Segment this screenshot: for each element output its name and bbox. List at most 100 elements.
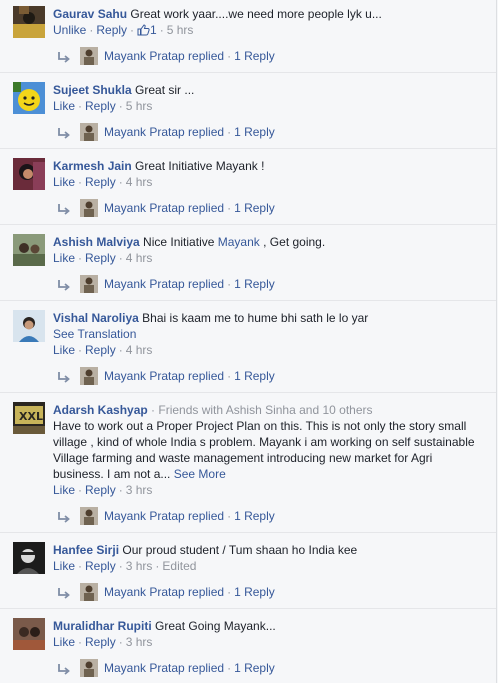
comment-author[interactable]: Muralidhar Rupiti — [53, 619, 152, 633]
comment-actions: Unlike · Reply · 1 · 5 hrs — [53, 23, 194, 37]
reply-count-link[interactable]: 1 Reply — [234, 585, 275, 599]
comment-author[interactable]: Sujeet Shukla — [53, 83, 132, 97]
avatar[interactable] — [13, 82, 45, 114]
edited-label[interactable]: Edited — [162, 559, 196, 573]
reply-author-link[interactable]: Mayank Pratap replied — [104, 277, 224, 291]
comments-panel: Gaurav Sahu Great work yaar....we need m… — [0, 0, 497, 683]
comment-actions: Like · Reply · 5 hrs — [53, 99, 153, 113]
comment-actions: Like · Reply · 3 hrs — [53, 635, 153, 649]
reply-count-link[interactable]: 1 Reply — [234, 661, 275, 675]
reply-count-link[interactable]: 1 Reply — [234, 201, 275, 215]
comment-author[interactable]: Adarsh Kashyap — [53, 403, 148, 417]
svg-text:XXL: XXL — [19, 410, 43, 423]
avatar — [80, 47, 98, 65]
reply-arrow-icon — [58, 52, 70, 63]
see-translation-link[interactable]: See Translation — [53, 327, 136, 341]
reply-link[interactable]: Reply — [85, 175, 116, 189]
reply-count-link[interactable]: 1 Reply — [234, 277, 275, 291]
reply-link[interactable]: Reply — [85, 99, 116, 113]
reply-link[interactable]: Reply — [85, 343, 116, 357]
like-link[interactable]: Like — [53, 343, 75, 357]
reply-author-link[interactable]: Mayank Pratap replied — [104, 369, 224, 383]
like-link[interactable]: Like — [53, 483, 75, 497]
comment-text: Great sir ... — [135, 83, 195, 97]
like-link[interactable]: Like — [53, 251, 75, 265]
reply-count-link[interactable]: 1 Reply — [234, 369, 275, 383]
like-link[interactable]: Like — [53, 175, 75, 189]
comment: Ashish Malviya Nice Initiative Mayank , … — [0, 228, 496, 301]
avatar — [80, 123, 98, 141]
comment-text-tail: , Get going. — [263, 235, 326, 249]
avatar — [80, 367, 98, 385]
like-count[interactable]: 1 — [137, 23, 157, 37]
reply-arrow-icon — [58, 372, 70, 383]
comment-time[interactable]: 5 hrs — [167, 23, 194, 37]
comment: XXL Adarsh Kashyap · Friends with Ashish… — [0, 396, 496, 533]
comment-text: Our proud student / Tum shaan ho India k… — [122, 543, 358, 557]
like-link[interactable]: Like — [53, 99, 75, 113]
comment: Muralidhar Rupiti Great Going Mayank... … — [0, 612, 496, 683]
see-more-link[interactable]: See More — [174, 467, 226, 481]
comment-text: Great Going Mayank... — [155, 619, 276, 633]
avatar[interactable]: XXL — [13, 402, 45, 434]
avatar — [80, 199, 98, 217]
comment: Sujeet Shukla Great sir ... Like · Reply · 5… — [0, 76, 496, 149]
comment: Karmesh Jain Great Initiative Mayank ! L… — [0, 152, 496, 225]
comment-text: Bhai is kaam me to hume bhi sath le lo y… — [142, 311, 369, 325]
reply-arrow-icon — [58, 280, 70, 291]
reply-count-link[interactable]: 1 Reply — [234, 49, 275, 63]
avatar[interactable] — [13, 542, 45, 574]
mention-link[interactable]: Mayank — [218, 235, 260, 249]
like-link[interactable]: Like — [53, 635, 75, 649]
reply-arrow-icon — [58, 128, 70, 139]
avatar[interactable] — [13, 618, 45, 650]
reply-author-link[interactable]: Mayank Pratap replied — [104, 585, 224, 599]
comment: Gaurav Sahu Great work yaar....we need m… — [0, 0, 496, 73]
avatar — [80, 583, 98, 601]
comment-text: Great work yaar....we need more people l… — [130, 7, 382, 21]
comment-actions: Like · Reply · 4 hrs — [53, 175, 153, 189]
comment-time[interactable]: 4 hrs — [126, 175, 153, 189]
unlike-link[interactable]: Unlike — [53, 23, 86, 37]
reply-author-link[interactable]: Mayank Pratap replied — [104, 661, 224, 675]
comment-author[interactable]: Gaurav Sahu — [53, 7, 127, 21]
reply-link[interactable]: Reply — [85, 251, 116, 265]
reply-link[interactable]: Reply — [96, 23, 127, 37]
comment-text: Nice Initiative — [143, 235, 215, 249]
reply-link[interactable]: Reply — [85, 483, 116, 497]
comment-actions: Like · Reply · 4 hrs — [53, 251, 153, 265]
reply-link[interactable]: Reply — [85, 635, 116, 649]
reply-count-link[interactable]: 1 Reply — [234, 125, 275, 139]
comment-text: Great Initiative Mayank ! — [135, 159, 265, 173]
comment-time[interactable]: 3 hrs — [126, 483, 153, 497]
comment-time[interactable]: 3 hrs — [126, 635, 153, 649]
comment-author[interactable]: Vishal Naroliya — [53, 311, 139, 325]
avatar[interactable] — [13, 310, 45, 342]
thumbs-up-icon — [137, 24, 150, 36]
reply-author-link[interactable]: Mayank Pratap replied — [104, 49, 224, 63]
reply-arrow-icon — [58, 204, 70, 215]
comment-author[interactable]: Karmesh Jain — [53, 159, 132, 173]
comment-time[interactable]: 5 hrs — [126, 99, 153, 113]
reply-arrow-icon — [58, 512, 70, 523]
comment-actions: Like · Reply · 3 hrs · Edited — [53, 559, 197, 573]
reply-link[interactable]: Reply — [85, 559, 116, 573]
comment-author[interactable]: Ashish Malviya — [53, 235, 140, 249]
reply-count-link[interactable]: 1 Reply — [234, 509, 275, 523]
comment: Hanfee Sirji Our proud student / Tum sha… — [0, 536, 496, 609]
comment-actions: Like · Reply · 4 hrs — [53, 343, 153, 357]
avatar[interactable] — [13, 158, 45, 190]
reply-arrow-icon — [58, 664, 70, 675]
like-link[interactable]: Like — [53, 559, 75, 573]
avatar — [80, 507, 98, 525]
reply-author-link[interactable]: Mayank Pratap replied — [104, 125, 224, 139]
avatar[interactable] — [13, 234, 45, 266]
comment-time[interactable]: 3 hrs — [126, 559, 153, 573]
avatar[interactable] — [13, 6, 45, 38]
reply-author-link[interactable]: Mayank Pratap replied — [104, 201, 224, 215]
comment-time[interactable]: 4 hrs — [126, 251, 153, 265]
comment-author[interactable]: Hanfee Sirji — [53, 543, 119, 557]
comment-time[interactable]: 4 hrs — [126, 343, 153, 357]
reply-author-link[interactable]: Mayank Pratap replied — [104, 509, 224, 523]
reply-arrow-icon — [58, 588, 70, 599]
